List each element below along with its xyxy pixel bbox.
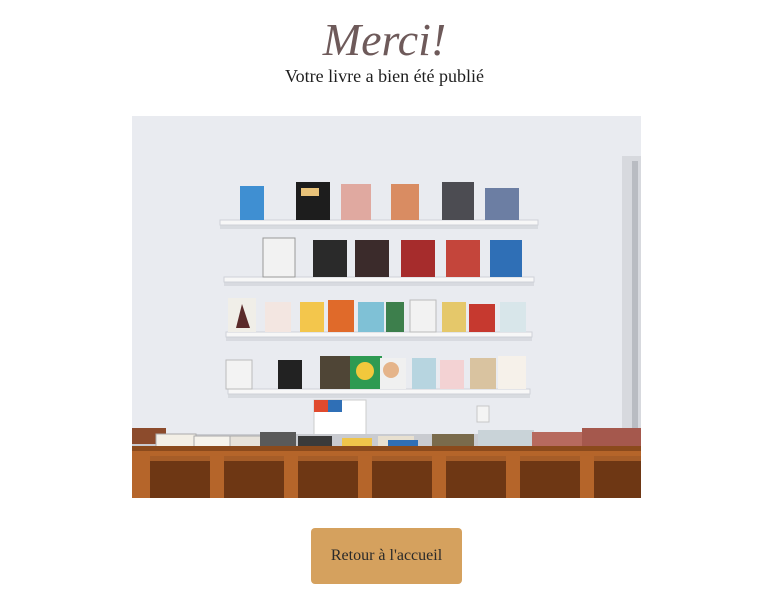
page-subtitle: Votre livre a bien été publié <box>284 66 485 86</box>
bookshelf-photo-icon <box>132 116 641 498</box>
page-title: Merci! <box>322 14 447 65</box>
back-to-home-button[interactable]: Retour à l'accueil <box>311 528 462 584</box>
bookshelf-photo <box>132 116 641 498</box>
